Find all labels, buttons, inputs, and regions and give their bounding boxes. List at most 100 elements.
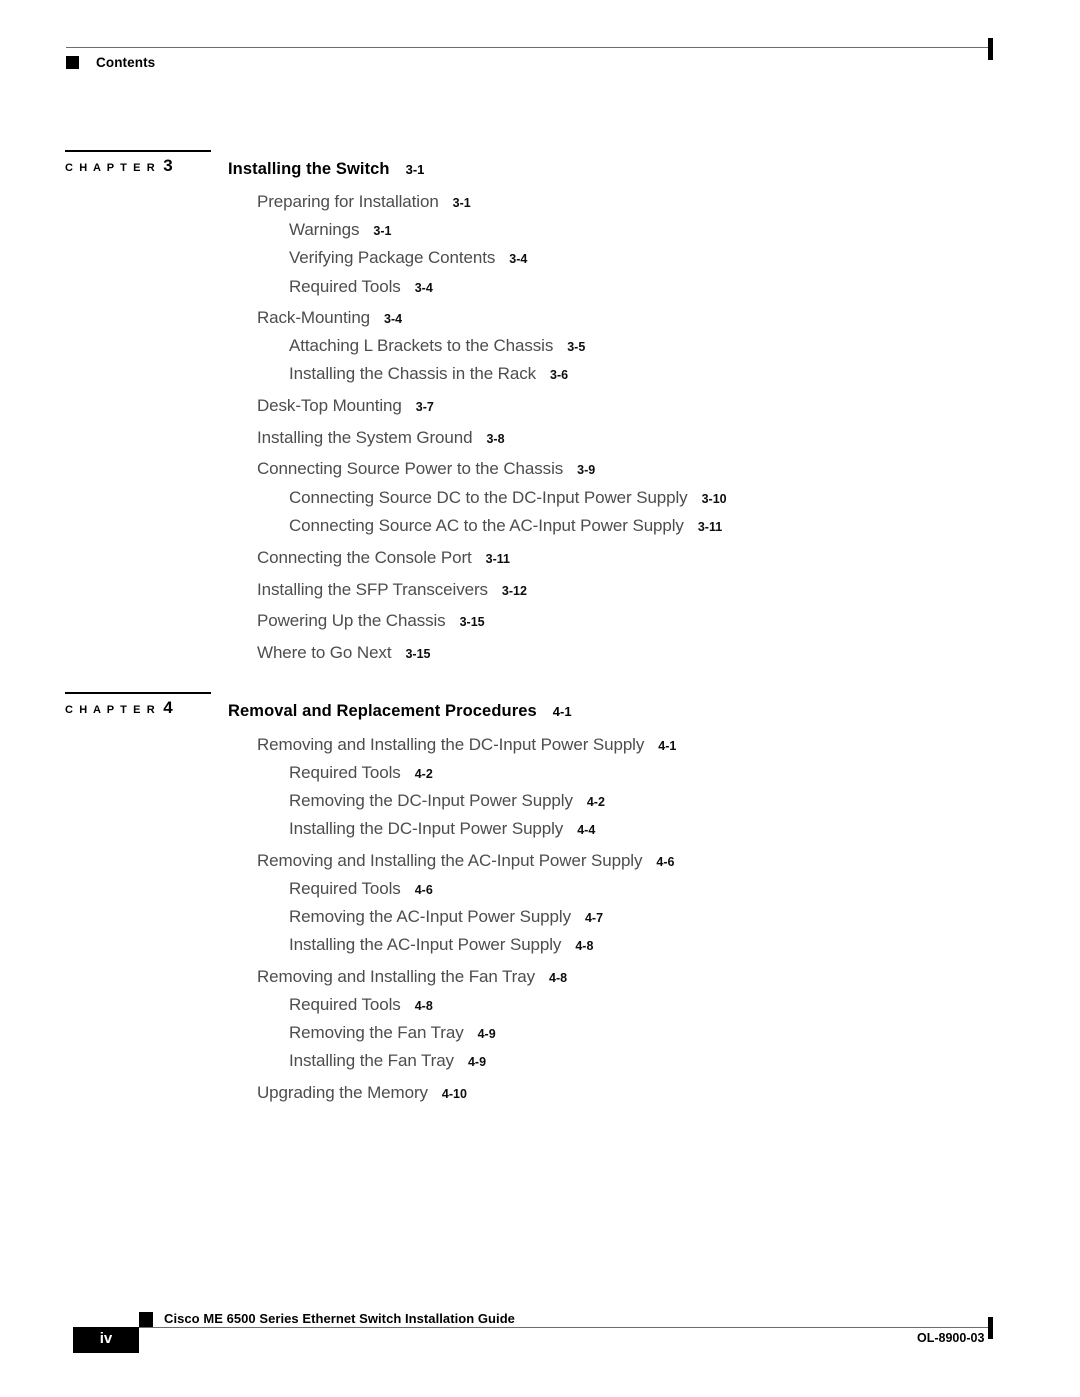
toc-entry[interactable]: Verifying Package Contents 3-4 (289, 248, 527, 268)
toc-entry-label: Warnings (289, 220, 360, 239)
chapter-number: 4 (163, 697, 173, 717)
toc-entry[interactable]: Upgrading the Memory 4-10 (257, 1083, 467, 1103)
toc-entry[interactable]: Removing and Installing the Fan Tray 4-8 (257, 967, 567, 987)
toc-entry-label: Connecting Source Power to the Chassis (257, 459, 564, 478)
toc-entry-page-number: 3-11 (697, 520, 723, 534)
toc-entry-label: Connecting the Console Port (257, 548, 472, 567)
toc-entry-label: Rack-Mounting (257, 308, 371, 327)
toc-entry[interactable]: Removing the Fan Tray 4-9 (289, 1023, 496, 1043)
toc-entry-page-number: 4-2 (586, 795, 605, 809)
toc-entry-page-number: 4-9 (477, 1027, 496, 1041)
toc-entry[interactable]: Connecting Source AC to the AC-Input Pow… (289, 516, 722, 536)
toc-entry-label: Installing the Chassis in the Rack (289, 364, 537, 383)
toc-entry[interactable]: Removing and Installing the DC-Input Pow… (257, 735, 676, 755)
toc-entry[interactable]: Attaching L Brackets to the Chassis 3-5 (289, 336, 585, 356)
toc-entry-label: Installing the SFP Transceivers (257, 580, 488, 599)
toc-entry-label: Powering Up the Chassis (257, 611, 446, 630)
toc-entry-label: Required Tools (289, 277, 401, 296)
chapter-marker: C H A P T E R 4 (65, 692, 211, 718)
toc-entry[interactable]: Installing the Chassis in the Rack 3-6 (289, 364, 568, 384)
toc-entry[interactable]: Removing the DC-Input Power Supply 4-2 (289, 791, 605, 811)
toc-entry-label: Removing and Installing the Fan Tray (257, 967, 535, 986)
toc-entry-page-number: 4-4 (577, 823, 596, 837)
toc-entry-label: Where to Go Next (257, 643, 392, 662)
chapter-marker: C H A P T E R 3 (65, 150, 211, 176)
chapter-number: 3 (163, 155, 173, 175)
chapter-title-row[interactable]: Installing the Switch 3-1 (228, 160, 424, 179)
toc-entry-label: Installing the System Ground (257, 428, 473, 447)
guide-title: Cisco ME 6500 Series Ethernet Switch Ins… (164, 1311, 515, 1326)
toc-entry-page-number: 3-7 (415, 400, 434, 414)
document-number: OL-8900-03 (917, 1331, 985, 1345)
toc-entry-page-number: 4-9 (467, 1055, 487, 1069)
toc-entry[interactable]: Desk-Top Mounting 3-7 (257, 396, 434, 416)
toc-entry-page-number: 3-11 (485, 552, 510, 566)
toc-entry-page-number: 3-15 (405, 647, 431, 661)
header-title: Contents (96, 55, 156, 70)
chapter-title-row[interactable]: Removal and Replacement Procedures 4-1 (228, 702, 572, 721)
chapter-marker-text: C H A P T E R 3 (65, 156, 211, 176)
chapter-marker-rule (65, 692, 211, 694)
toc-entry-label: Upgrading the Memory (257, 1083, 428, 1102)
chapter-title-page-number: 4-1 (552, 704, 572, 719)
toc-entry-page-number: 3-10 (701, 492, 727, 506)
toc-entry-label: Removing the Fan Tray (289, 1023, 464, 1042)
toc-entry-label: Verifying Package Contents (289, 248, 496, 267)
toc-entry-page-number: 4-8 (414, 999, 433, 1013)
toc-entry[interactable]: Rack-Mounting 3-4 (257, 308, 402, 328)
toc-entry[interactable]: Required Tools 4-2 (289, 763, 433, 783)
toc-entry[interactable]: Installing the Fan Tray 4-9 (289, 1051, 486, 1071)
chapter-word: C H A P T E R (65, 703, 157, 716)
toc-entry-page-number: 3-1 (452, 196, 471, 210)
toc-entry-label: Required Tools (289, 763, 401, 782)
toc-entry[interactable]: Required Tools 4-8 (289, 995, 433, 1015)
header-rule (66, 47, 991, 48)
chapter-title: Installing the Switch (228, 160, 390, 178)
toc-entry[interactable]: Installing the DC-Input Power Supply 4-4 (289, 819, 595, 839)
toc-entry-page-number: 4-10 (441, 1087, 467, 1101)
toc-entry-page-number: 4-6 (656, 855, 675, 869)
toc-entry[interactable]: Installing the SFP Transceivers 3-12 (257, 580, 527, 600)
toc-entry-label: Installing the DC-Input Power Supply (289, 819, 564, 838)
toc-entry-label: Required Tools (289, 879, 401, 898)
chapter-title-page-number: 3-1 (405, 162, 425, 177)
toc-entry[interactable]: Removing and Installing the AC-Input Pow… (257, 851, 674, 871)
square-bullet-icon (139, 1312, 153, 1327)
toc-entry-page-number: 3-9 (577, 463, 596, 477)
toc-entry-page-number: 3-12 (501, 584, 527, 598)
toc-entry-page-number: 3-4 (509, 252, 528, 266)
chapter-title: Removal and Replacement Procedures (228, 702, 537, 720)
toc-entry-page-number: 4-6 (414, 883, 433, 897)
toc-entry[interactable]: Installing the System Ground 3-8 (257, 428, 505, 448)
toc-entry[interactable]: Where to Go Next 3-15 (257, 643, 430, 663)
chapter-marker-text: C H A P T E R 4 (65, 698, 211, 718)
toc-entry-page-number: 3-8 (486, 432, 505, 446)
toc-entry[interactable]: Required Tools 4-6 (289, 879, 433, 899)
toc-entry[interactable]: Connecting Source Power to the Chassis 3-… (257, 459, 595, 479)
chapter-marker-rule (65, 150, 211, 152)
toc-entry-page-number: 4-8 (549, 971, 568, 985)
toc-entry-page-number: 4-8 (575, 939, 594, 953)
toc-entry[interactable]: Powering Up the Chassis 3-15 (257, 611, 485, 631)
toc-entry-page-number: 3-4 (414, 281, 433, 295)
toc-entry-page-number: 3-1 (373, 224, 392, 238)
toc-entry[interactable]: Preparing for Installation 3-1 (257, 192, 471, 212)
footer-edge-tick-mark (988, 1317, 993, 1339)
toc-entry[interactable]: Required Tools 3-4 (289, 277, 433, 297)
toc-entry-label: Required Tools (289, 995, 401, 1014)
toc-entry[interactable]: Removing the AC-Input Power Supply 4-7 (289, 907, 603, 927)
toc-entry[interactable]: Installing the AC-Input Power Supply 4-8 (289, 935, 593, 955)
square-bullet-icon (66, 56, 79, 69)
toc-entry-label: Connecting Source DC to the DC-Input Pow… (289, 488, 688, 507)
header-edge-tick-mark (988, 38, 993, 60)
page-number-box (73, 1327, 139, 1353)
toc-entry-label: Removing and Installing the DC-Input Pow… (257, 735, 645, 754)
page-number: iv (99, 1330, 113, 1347)
toc-entry-page-number: 4-1 (658, 739, 677, 753)
toc-entry-label: Removing the DC-Input Power Supply (289, 791, 573, 810)
toc-entry[interactable]: Connecting the Console Port 3-11 (257, 548, 510, 568)
toc-entry[interactable]: Connecting Source DC to the DC-Input Pow… (289, 488, 727, 508)
toc-entry-label: Desk-Top Mounting (257, 396, 402, 415)
toc-entry[interactable]: Warnings 3-1 (289, 220, 391, 240)
toc-entry-page-number: 3-15 (459, 615, 485, 629)
